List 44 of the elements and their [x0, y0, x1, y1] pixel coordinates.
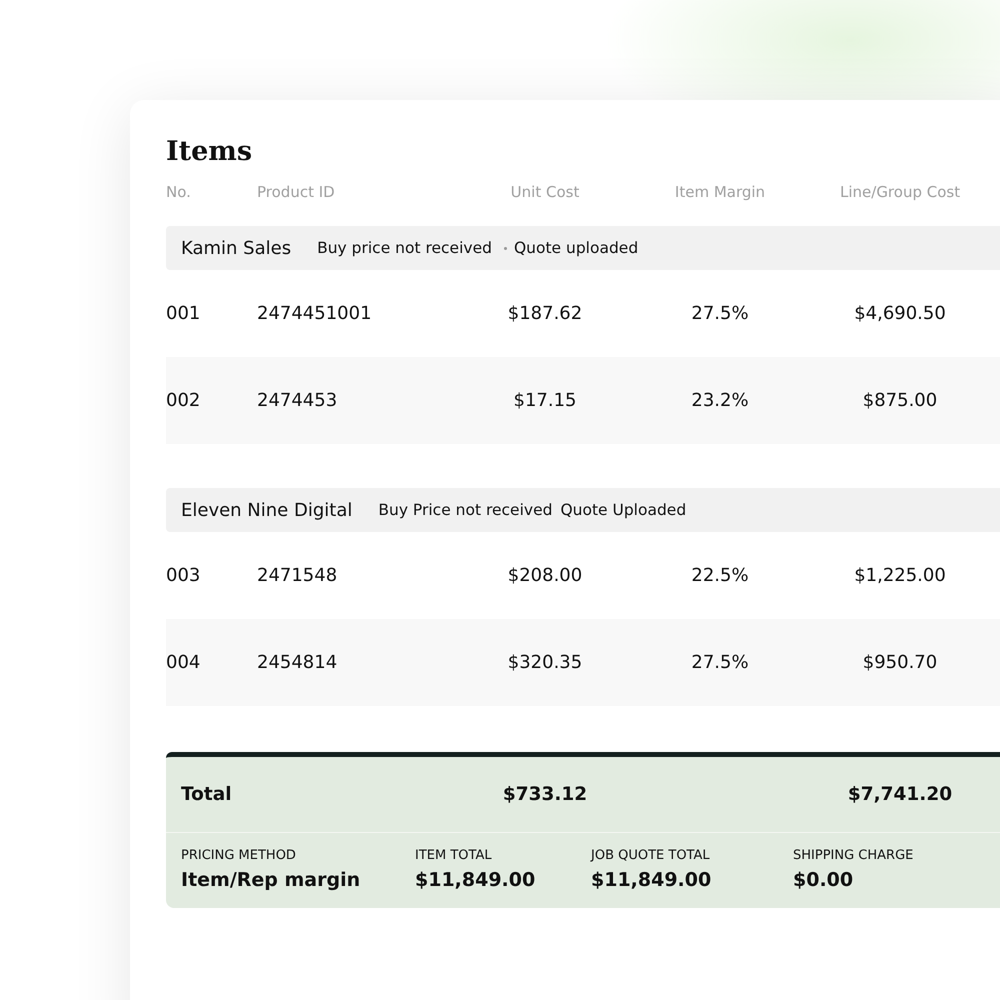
table-cell-text: $875.00: [862, 390, 938, 411]
table-cell-text: 004: [166, 652, 202, 673]
summary-value: $0.00: [793, 869, 854, 891]
table-cell-text: $320.35: [506, 652, 584, 673]
summary-value: $11,849.00: [415, 869, 536, 891]
status-text: Quote Uploaded: [560, 501, 686, 519]
table-cell-text: 002: [166, 390, 202, 411]
total-label: Total: [181, 784, 233, 805]
total-value: $7,741.20: [846, 784, 954, 805]
column-header: Unit Cost: [510, 183, 580, 201]
table-cell-text: 2454814: [257, 652, 338, 673]
vendor-name: Eleven Nine Digital: [181, 500, 352, 520]
total-value: $733.12: [502, 784, 588, 805]
summary-label: SHIPPING CHARGE: [793, 848, 914, 863]
column-header: No.: [166, 183, 192, 201]
table-cell-text: 001: [166, 303, 202, 324]
summary-label: JOB QUOTE TOTAL: [591, 848, 711, 863]
table-cell-text: 27.5%: [690, 652, 750, 673]
table-cell-text: 2474453: [257, 390, 338, 411]
table-cell-text: $187.62: [506, 303, 584, 324]
summary-value: $11,849.00: [591, 869, 712, 891]
table-cell-text: $17.15: [512, 390, 578, 411]
column-header: Item Margin: [674, 183, 766, 201]
status-text: Quote uploaded: [514, 239, 638, 257]
column-header: Line/Group Cost: [840, 183, 960, 201]
summary-label: ITEM TOTAL: [415, 848, 493, 863]
separator-dot: [504, 246, 507, 250]
status-text: Buy Price not received: [378, 501, 552, 519]
table-cell-text: 23.2%: [690, 390, 750, 411]
table-cell-text: $950.70: [862, 652, 938, 673]
table-cell-text: 2471548: [257, 565, 338, 586]
table-cell-text: 22.5%: [690, 565, 750, 586]
table-cell-text: $208.00: [506, 565, 584, 586]
section-title: Items: [166, 135, 254, 169]
status-text: Buy price not received: [317, 239, 492, 257]
table-cell-text: 003: [166, 565, 202, 586]
summary-label: PRICING METHOD: [181, 848, 297, 863]
table-cell-text: $4,690.50: [853, 303, 947, 324]
vendor-name: Kamin Sales: [181, 238, 292, 258]
table-cell-text: 2474451001: [257, 303, 373, 324]
column-header: Product ID: [257, 183, 336, 201]
table-cell-text: $1,225.00: [853, 565, 947, 586]
summary-value: Item/Rep margin: [181, 869, 362, 891]
table-cell-text: 27.5%: [690, 303, 750, 324]
